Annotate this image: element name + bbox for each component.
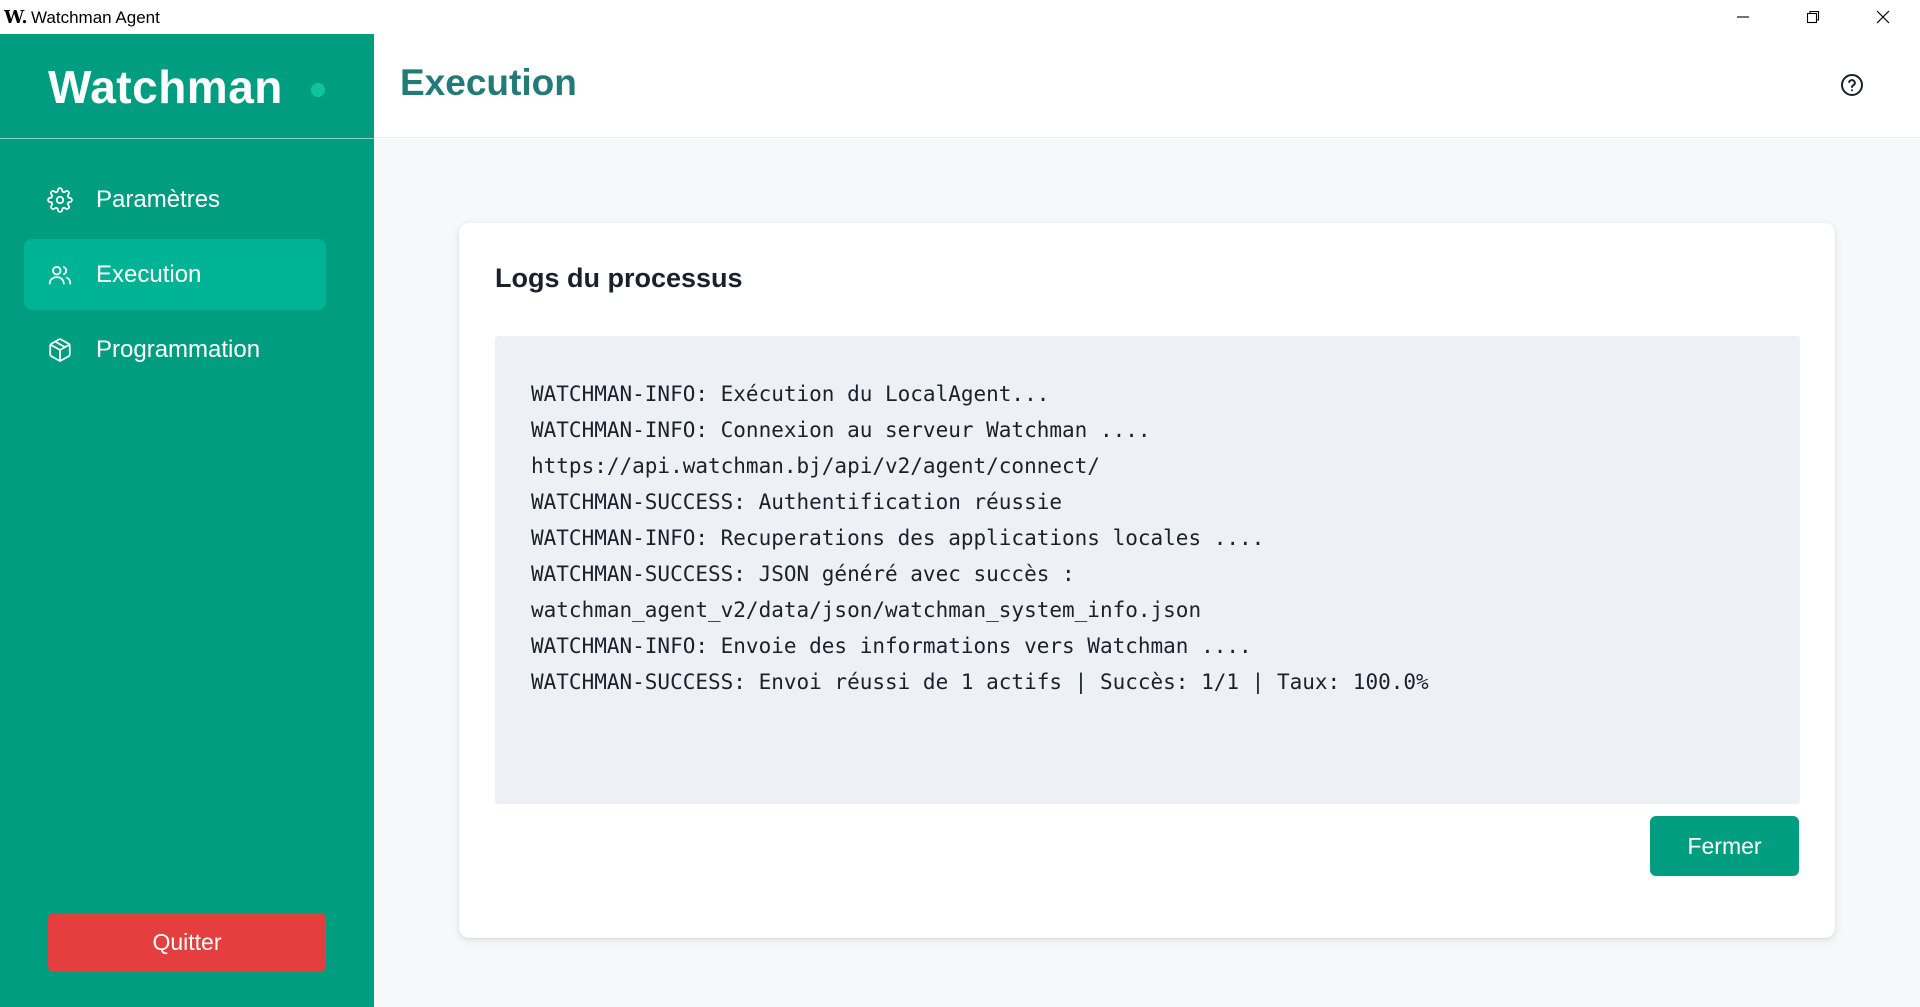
log-line: WATCHMAN-SUCCESS: JSON généré avec succè…: [531, 562, 1075, 586]
log-line: WATCHMAN-INFO: Recuperations des applica…: [531, 526, 1265, 550]
box-icon: [47, 337, 73, 363]
sidebar-item-programmation[interactable]: Programmation: [24, 314, 326, 385]
sidebar-item-execution[interactable]: Execution: [24, 239, 326, 310]
help-circle-icon: [1841, 74, 1863, 96]
log-output: WATCHMAN-INFO: Exécution du LocalAgent..…: [495, 336, 1800, 804]
sidebar-item-label: Execution: [96, 260, 202, 288]
log-line: WATCHMAN-SUCCESS: Authentification réuss…: [531, 490, 1063, 514]
log-line: WATCHMAN-INFO: Exécution du LocalAgent..…: [531, 382, 1050, 406]
gear-icon: [47, 186, 73, 213]
sidebar-item-label: Paramètres: [96, 185, 221, 213]
sidebar-item-parametres[interactable]: Paramètres: [24, 164, 326, 235]
logs-title: Logs du processus: [495, 263, 743, 293]
sidebar: Watchman Paramètres Execution Programmat…: [0, 34, 374, 1007]
close-icon: [1876, 10, 1890, 24]
log-line: WATCHMAN-INFO: Envoie des informations v…: [531, 634, 1252, 658]
log-line: WATCHMAN-INFO: Connexion au serveur Watc…: [531, 418, 1151, 442]
log-line: WATCHMAN-SUCCESS: Envoi réussi de 1 acti…: [531, 670, 1429, 694]
log-line: watchman_agent_v2/data/json/watchman_sys…: [531, 598, 1202, 622]
maximize-icon: [1806, 10, 1820, 24]
logs-card: Logs du processus WATCHMAN-INFO: Exécuti…: [459, 223, 1835, 938]
restore-button[interactable]: [1778, 0, 1848, 34]
close-window-button[interactable]: [1848, 0, 1918, 34]
brand-logo: Watchman: [48, 61, 283, 113]
help-button[interactable]: [1839, 72, 1865, 98]
quit-button[interactable]: Quitter: [48, 913, 326, 972]
logo-dot: [311, 83, 325, 97]
log-line: https://api.watchman.bj/api/v2/agent/con…: [531, 454, 1100, 478]
window-titlebar: W. Watchman Agent: [0, 0, 1920, 34]
page-header: Execution: [374, 34, 1920, 138]
minimize-button[interactable]: [1708, 0, 1778, 34]
app-logo-icon: W.: [4, 7, 28, 28]
sidebar-item-label: Programmation: [96, 335, 261, 363]
window-title: Watchman Agent: [31, 8, 160, 27]
minimize-icon: [1737, 16, 1749, 18]
sidebar-divider: [0, 138, 374, 139]
page-title: Execution: [400, 62, 577, 103]
fermer-button[interactable]: Fermer: [1650, 816, 1799, 876]
users-icon: [47, 262, 73, 288]
main-content: Logs du processus WATCHMAN-INFO: Exécuti…: [374, 139, 1920, 1007]
